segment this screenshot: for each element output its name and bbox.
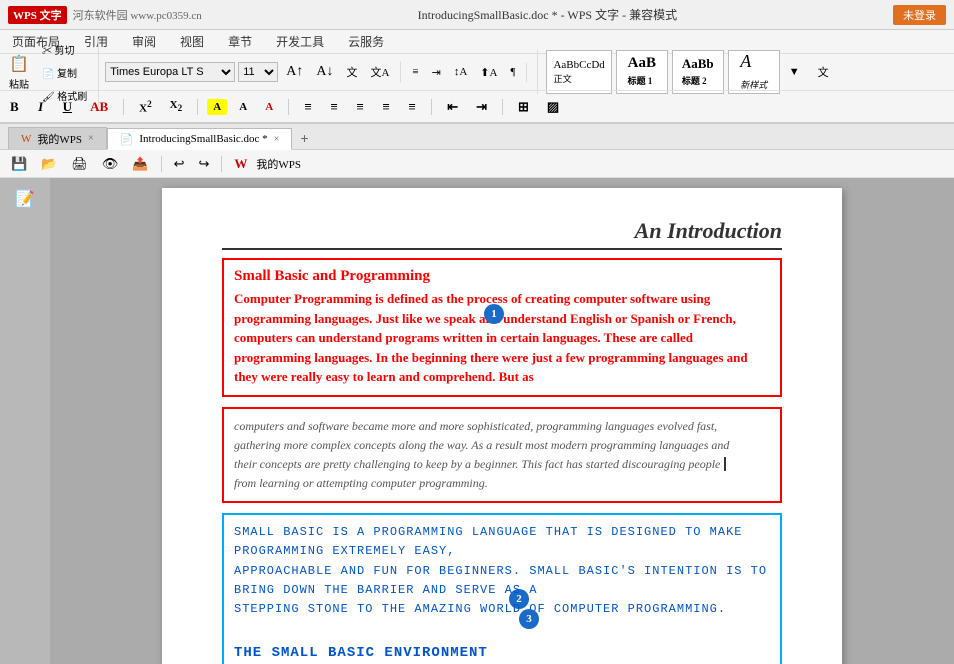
section1-continued: computers and software became more and m…	[222, 407, 782, 504]
open-icon[interactable]: 📂	[36, 153, 62, 175]
ribbon: 📋粘贴 ✂ 剪切 📄 复制 🖌 格式刷 Times Europa LT S 11…	[0, 54, 954, 124]
menu-bar: 页面布局 引用 审阅 视图 章节 开发工具 云服务	[0, 30, 954, 54]
document-title: An Introduction	[222, 218, 782, 250]
sidebar: 📝	[0, 178, 50, 664]
section1-heading: Small Basic and Programming	[234, 268, 770, 285]
indent-increase-button[interactable]: ⇥	[470, 97, 493, 117]
copy-button[interactable]: 📄 复制	[37, 62, 92, 83]
section1-para5: from learning or attempting computer pro…	[234, 474, 770, 493]
font-color-button[interactable]: 文	[341, 61, 362, 83]
marker-1: 1	[484, 304, 504, 324]
tab-document[interactable]: 📄 IntroducingSmallBasic.doc * ×	[107, 128, 293, 150]
site-watermark: 河东软件园 www.pc0359.cn	[73, 7, 202, 23]
save-icon[interactable]: 💾	[6, 153, 32, 175]
sidebar-icon[interactable]: 📝	[10, 186, 40, 212]
more-styles-button[interactable]: ▼	[784, 63, 805, 81]
cut-button[interactable]: ✂ 剪切	[37, 39, 92, 60]
tab-bar: W 我的WPS × 📄 IntroducingSmallBasic.doc * …	[0, 124, 954, 150]
decrease-font-button[interactable]: A↓	[311, 61, 338, 83]
section1-para4: their concepts are pretty challenging to…	[234, 455, 770, 474]
mywps-label: 我的WPS	[256, 156, 301, 172]
style-normal[interactable]: AaBbCcDd正文	[546, 50, 611, 94]
shading-button[interactable]: ▨	[541, 97, 565, 117]
menu-review[interactable]: 审阅	[128, 31, 160, 52]
title-bar: WPS 文字 河东软件园 www.pc0359.cn IntroducingSm…	[0, 0, 954, 30]
tab-add-button[interactable]: +	[292, 127, 316, 149]
line-spacing-button[interactable]: ↕A	[449, 63, 472, 81]
styles-area: AaBbCcDd正文 AaB标题 1 AaBb标题 2 A新样式 ▼	[537, 50, 804, 94]
toolbar-row: 💾 📂 🖨 👁 📤 ↩ ↪ W 我的WPS	[0, 150, 954, 178]
wps-logo: WPS 文字	[8, 6, 67, 24]
subscript-button[interactable]: X2	[164, 97, 189, 115]
section2-heading: THE SMALL BASIC ENVIRONMENT	[234, 645, 770, 661]
list-button[interactable]: ≡	[407, 63, 423, 81]
align-right-button[interactable]: ≡	[350, 97, 370, 117]
text-option1[interactable]: 文	[813, 61, 834, 83]
section1-para1: Computer Programming is defined as the p…	[234, 289, 770, 387]
section1-para2: computers and software became more and m…	[234, 417, 770, 436]
undo-icon[interactable]: ↩	[169, 153, 190, 175]
section2-box: SMALL BASIC IS A PROGRAMMING LANGUAGE TH…	[222, 513, 782, 664]
title-bar-left: WPS 文字 河东软件园 www.pc0359.cn	[8, 6, 202, 24]
tab-document-close[interactable]: ×	[274, 134, 280, 145]
highlight-button[interactable]: A	[233, 99, 253, 115]
align-center-button[interactable]: ≡	[324, 97, 344, 117]
section1-box: Small Basic and Programming Computer Pro…	[222, 258, 782, 397]
login-button[interactable]: 未登录	[893, 5, 946, 25]
export-icon[interactable]: 📤	[127, 153, 153, 175]
menu-developer[interactable]: 开发工具	[272, 31, 328, 52]
section2-para1: SMALL BASIC IS A PROGRAMMING LANGUAGE TH…	[234, 523, 770, 561]
paste-button[interactable]: 📋粘贴	[4, 51, 34, 94]
bold-button[interactable]: B	[4, 97, 25, 117]
superscript-button[interactable]: X2	[133, 97, 158, 117]
font-color2-button[interactable]: A	[259, 99, 279, 115]
redo-icon[interactable]: ↪	[194, 153, 215, 175]
document-area: An Introduction Small Basic and Programm…	[50, 178, 954, 664]
marker-3: 3	[519, 609, 539, 629]
menu-section[interactable]: 章节	[224, 31, 256, 52]
tab-mywps-close[interactable]: ×	[88, 133, 94, 144]
style-new[interactable]: A新样式	[728, 50, 780, 94]
ribbon-row1: 📋粘贴 ✂ 剪切 📄 复制 🖌 格式刷 Times Europa LT S 11…	[0, 54, 954, 90]
title-bar-right: 未登录	[893, 5, 946, 25]
font-options-button[interactable]: 文A	[365, 61, 394, 83]
style-heading2[interactable]: AaBb标题 2	[672, 50, 724, 94]
document: An Introduction Small Basic and Programm…	[162, 188, 842, 664]
indent-decrease-button[interactable]: ⇤	[441, 97, 464, 117]
increase-font-button[interactable]: A↑	[281, 61, 308, 83]
menu-cloud[interactable]: 云服务	[344, 31, 388, 52]
text-options-group: 文	[813, 61, 834, 83]
font-group: Times Europa LT S 11 A↑ A↓ 文 文A	[105, 61, 401, 83]
preview-icon[interactable]: 👁	[97, 153, 124, 175]
paragraph-group: ≡ ⇥ ↕A ⬆A ¶	[407, 63, 527, 82]
title-bar-center: IntroducingSmallBasic.doc * - WPS 文字 - 兼…	[418, 6, 677, 23]
style-heading1[interactable]: AaB标题 1	[616, 50, 668, 94]
distributed-button[interactable]: ≡	[402, 97, 422, 117]
main-area: 📝 An Introduction Small Basic and Progra…	[0, 178, 954, 664]
menu-view[interactable]: 视图	[176, 31, 208, 52]
wps-icon[interactable]: W	[229, 153, 252, 175]
char-shading-button[interactable]: A	[207, 99, 227, 115]
italic-button[interactable]: I	[31, 97, 51, 117]
tab-mywps[interactable]: W 我的WPS ×	[8, 127, 107, 149]
border-button[interactable]: ⊞	[512, 97, 535, 117]
align-left-button[interactable]: ≡	[298, 97, 318, 117]
indent-button[interactable]: ⇥	[427, 63, 446, 82]
section2-para2: APPROACHABLE AND FUN FOR BEGINNERS. SMAL…	[234, 562, 770, 600]
font-name-select[interactable]: Times Europa LT S	[105, 62, 235, 82]
section1-para3: gathering more complex concepts along th…	[234, 436, 770, 455]
ribbon-row2: B I U AB X2 X2 A A A ≡ ≡ ≡ ≡ ≡ ⇤ ⇥ ⊞ ▨	[0, 90, 954, 122]
text-cursor	[724, 457, 726, 471]
sort-button[interactable]: ⬆A	[475, 63, 502, 82]
justify-button[interactable]: ≡	[376, 97, 396, 117]
font-color-ab-button[interactable]: AB	[84, 97, 114, 117]
section2-para3: STEPPING STONE TO THE AMAZING WORLD OF C…	[234, 600, 770, 619]
underline-button[interactable]: U	[57, 97, 78, 117]
print-icon[interactable]: 🖨	[66, 153, 93, 175]
show-marks-button[interactable]: ¶	[505, 63, 520, 81]
font-size-select[interactable]: 11	[238, 62, 278, 82]
